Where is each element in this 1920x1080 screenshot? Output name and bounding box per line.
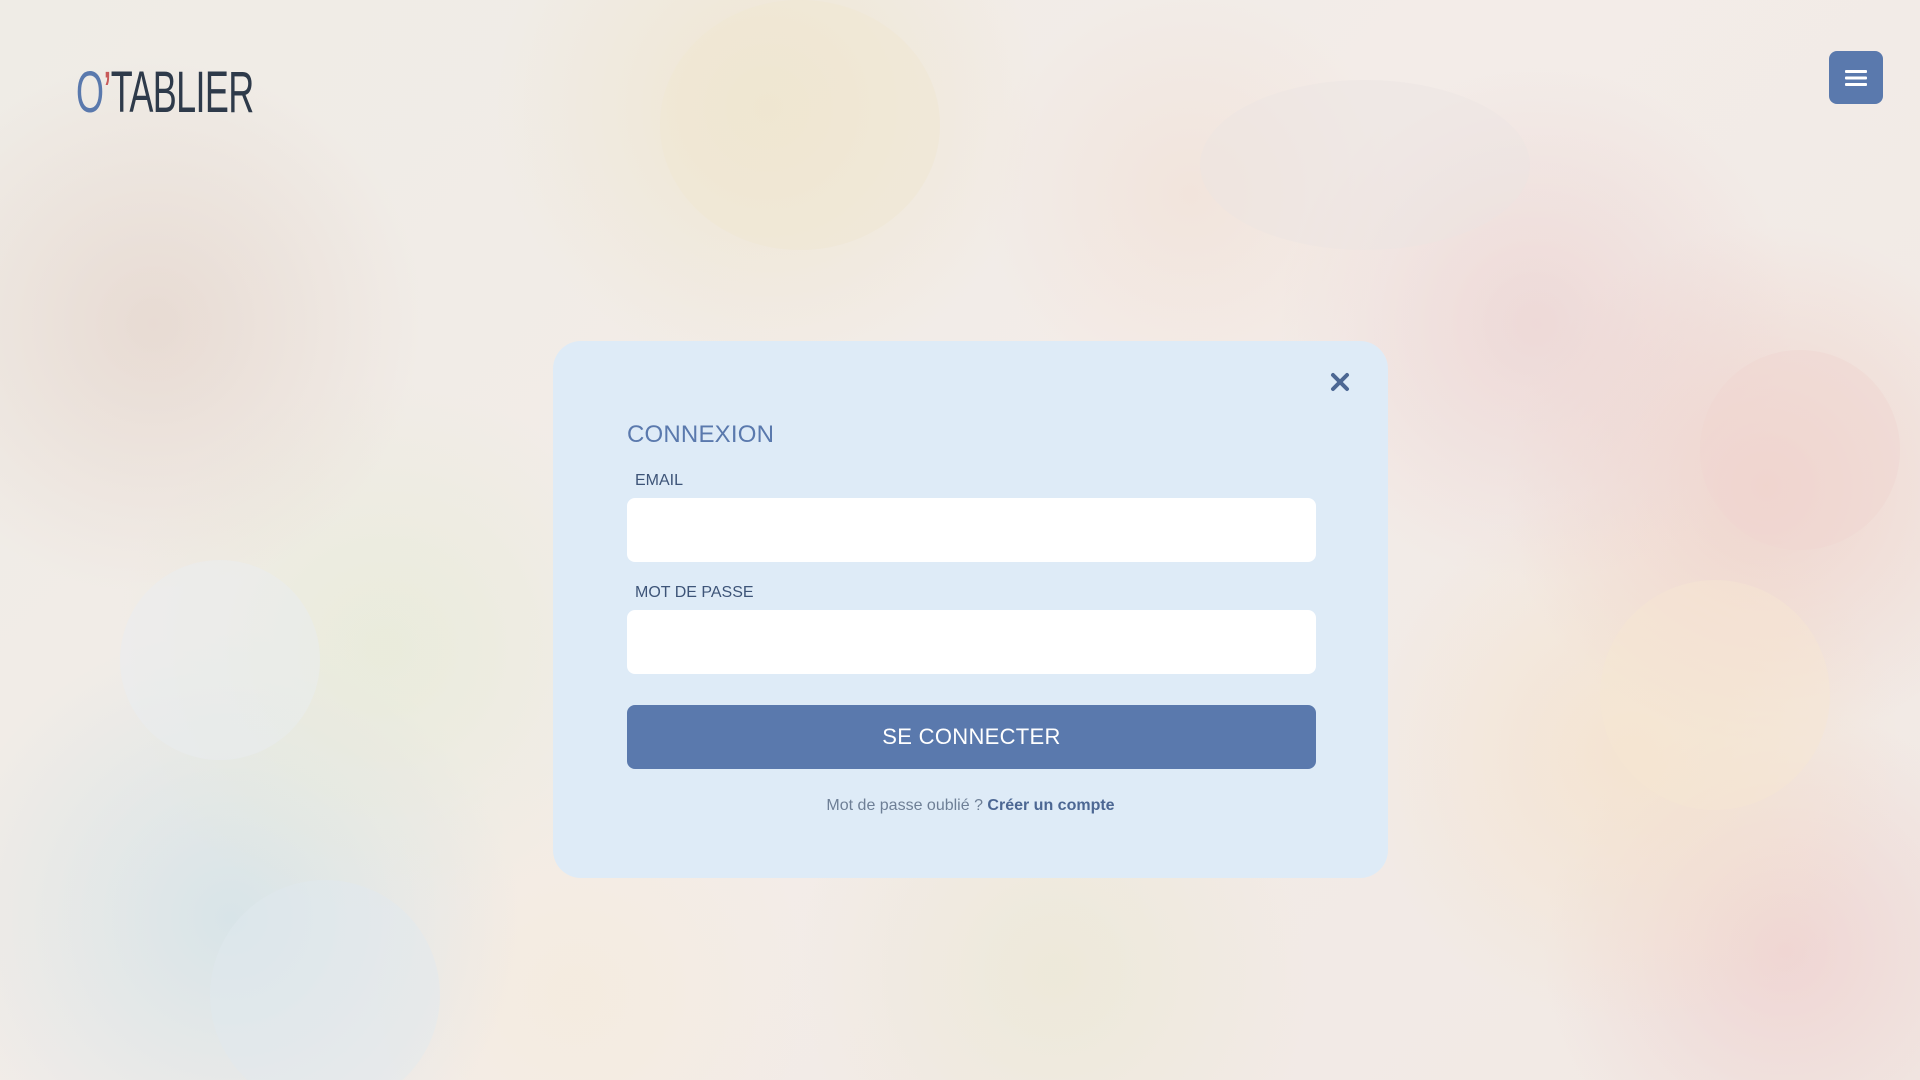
- background-decoration: [660, 0, 940, 250]
- email-field[interactable]: [627, 498, 1316, 562]
- background-decoration: [210, 880, 440, 1080]
- menu-button[interactable]: [1829, 51, 1883, 104]
- password-field[interactable]: [627, 610, 1316, 674]
- background-decoration: [1700, 350, 1900, 550]
- background-decoration: [1600, 580, 1830, 810]
- close-icon: [1331, 373, 1349, 391]
- login-button[interactable]: SE CONNECTER: [627, 705, 1316, 769]
- email-label: EMAIL: [635, 472, 684, 489]
- forgot-password-link[interactable]: Mot de passe oublié ?: [826, 797, 983, 814]
- site-logo[interactable]: O’TABLIER: [66, 55, 296, 130]
- hamburger-menu-icon: [1845, 69, 1867, 86]
- password-label: MOT DE PASSE: [635, 584, 754, 601]
- modal-title: CONNEXION: [627, 421, 775, 448]
- logo-apostrophe: ’: [103, 59, 111, 125]
- modal-footer-links: Mot de passe oublié ? Créer un compte: [553, 797, 1388, 815]
- login-modal: CONNEXION EMAIL MOT DE PASSE SE CONNECTE…: [553, 341, 1388, 878]
- background-decoration: [1200, 80, 1530, 250]
- background-decoration: [120, 560, 320, 760]
- logo-prefix: O: [76, 59, 104, 125]
- close-button[interactable]: [1327, 369, 1353, 395]
- logo-wordmark: O’TABLIER: [76, 63, 254, 122]
- logo-name: TABLIER: [110, 59, 254, 125]
- create-account-link[interactable]: Créer un compte: [987, 797, 1114, 814]
